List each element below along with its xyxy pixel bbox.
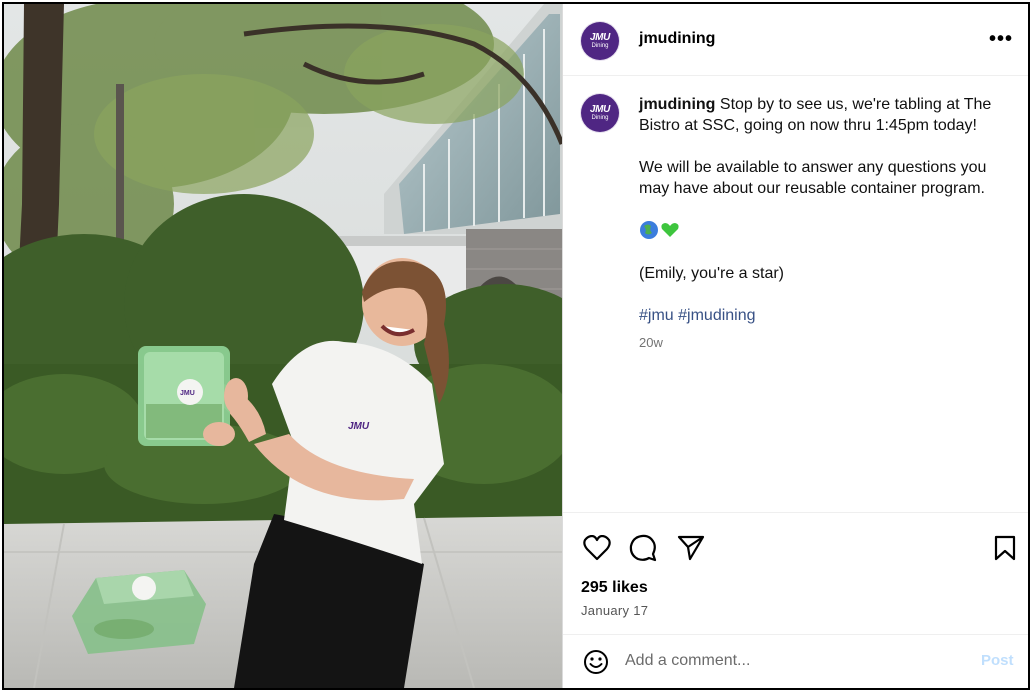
username-link[interactable]: jmudining <box>639 30 715 48</box>
hashtag-link[interactable]: #jmudining <box>678 307 755 324</box>
emoji-icon[interactable] <box>583 649 609 675</box>
globe-heart-emoji-icon <box>640 221 679 239</box>
post-image[interactable]: JMU JMU <box>4 4 562 688</box>
post-date: January 17 <box>581 603 649 618</box>
comment-bar: Post <box>563 634 1028 688</box>
post-header: JMU Dining jmudining ••• <box>563 4 1028 76</box>
post-side-panel: JMU Dining jmudining ••• JMU Dining jmud… <box>562 4 1028 688</box>
instagram-post-frame: JMU JMU JMU Dining jmudining ••• JMU Din… <box>2 2 1030 690</box>
caption-avatar[interactable]: JMU Dining <box>581 94 619 132</box>
likes-count[interactable]: 295 likes <box>581 579 648 597</box>
caption-paragraph-4: (Emily, you're a star) <box>639 265 785 282</box>
caption-paragraph-2: We will be available to answer any quest… <box>639 159 987 197</box>
post-comment-button[interactable]: Post <box>981 652 1014 669</box>
avatar-sub-text: Dining <box>591 43 609 49</box>
avatar-logo-text: JMU <box>589 32 611 43</box>
more-options-icon[interactable]: ••• <box>989 28 1013 51</box>
caption-timestamp[interactable]: 20w <box>639 332 1009 353</box>
post-actions: 295 likes January 17 <box>563 512 1028 634</box>
caption-username-link[interactable]: jmudining <box>639 96 715 113</box>
share-icon[interactable] <box>677 534 705 562</box>
comment-input[interactable] <box>625 649 955 673</box>
comment-icon[interactable] <box>629 534 657 562</box>
caption-emojis: 🌎💚 <box>639 220 1009 242</box>
hashtags: #jmu #jmudining <box>639 305 1009 326</box>
avatar-logo-text: JMU <box>589 104 611 115</box>
shirt-logo: JMU <box>348 421 370 432</box>
caption-paragraph: jmudining Stop by to see us, we're tabli… <box>639 94 1009 136</box>
bookmark-icon[interactable] <box>993 535 1017 561</box>
avatar-sub-text: Dining <box>591 115 609 121</box>
hashtag-link[interactable]: #jmu <box>639 307 674 324</box>
post-caption: jmudining Stop by to see us, we're tabli… <box>639 94 1009 353</box>
heart-icon[interactable] <box>583 535 611 561</box>
avatar[interactable]: JMU Dining <box>581 22 619 60</box>
post-photo-illustration: JMU JMU <box>4 4 562 688</box>
container-label: JMU <box>180 390 195 397</box>
